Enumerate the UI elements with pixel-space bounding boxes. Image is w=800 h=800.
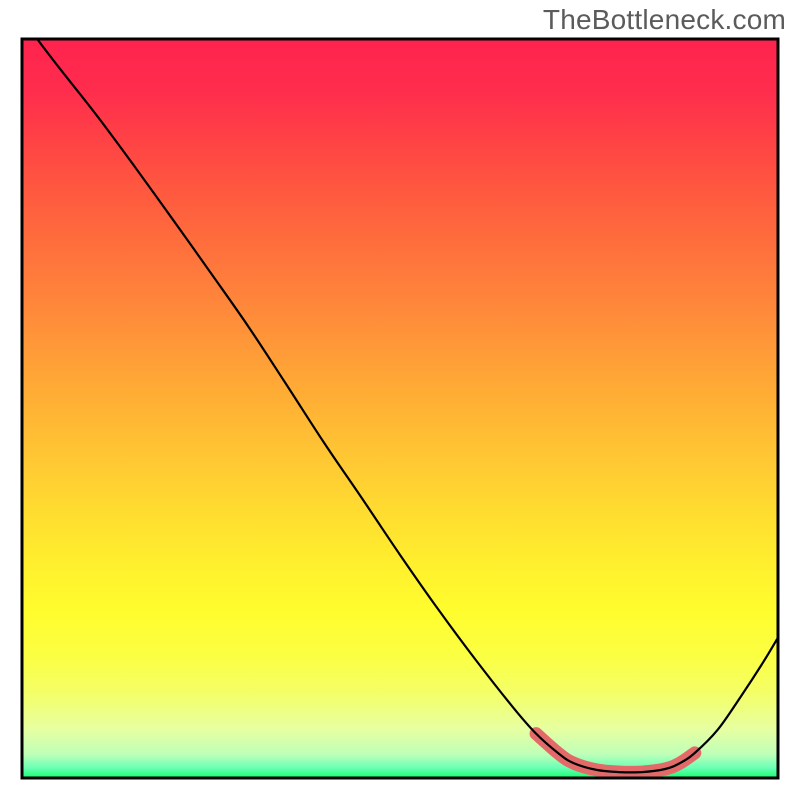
watermark-text: TheBottleneck.com	[543, 4, 786, 36]
gradient-background	[22, 39, 778, 778]
bottleneck-chart	[0, 0, 800, 800]
